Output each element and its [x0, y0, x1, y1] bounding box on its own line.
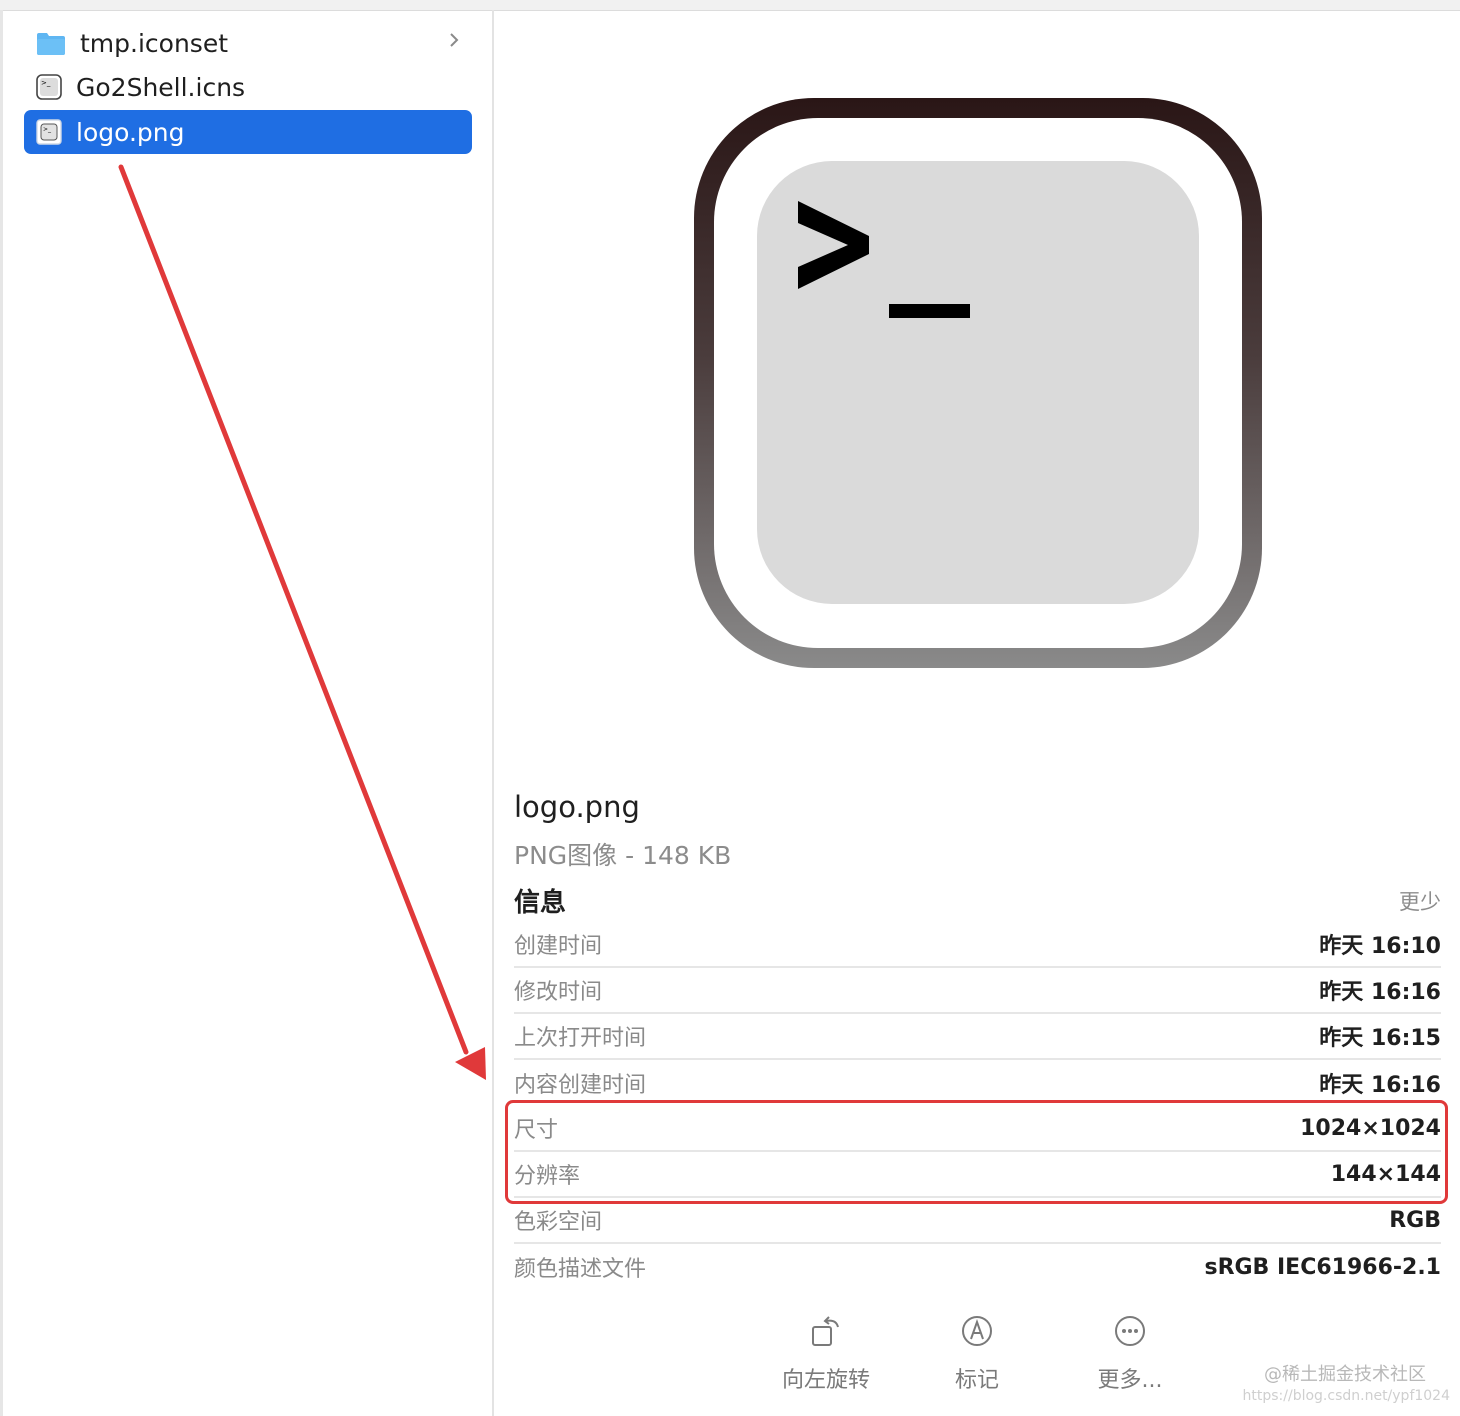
- markup-icon: [962, 1316, 992, 1346]
- action-label: 向左旋转: [781, 1368, 870, 1393]
- folder-icon: [36, 31, 66, 56]
- info-row-last-opened: 上次打开时间 昨天 16:15: [514, 1014, 1441, 1060]
- more-button[interactable]: 更多...: [1060, 1310, 1200, 1394]
- show-less-button[interactable]: 更少: [1399, 886, 1441, 916]
- info-value: 昨天 16:15: [1319, 1026, 1441, 1051]
- more-icon: [1115, 1316, 1145, 1346]
- rotate-left-icon: [812, 1316, 839, 1346]
- markup-button[interactable]: 标记: [907, 1310, 1047, 1394]
- action-label: 标记: [954, 1368, 999, 1393]
- info-key: 创建时间: [514, 934, 603, 959]
- window-top-bar: [0, 0, 1460, 11]
- list-item-go2shell-icns[interactable]: >_ Go2Shell.icns: [24, 65, 472, 109]
- info-value: sRGB IEC61966-2.1: [1204, 1254, 1441, 1280]
- info-key: 修改时间: [514, 980, 603, 1005]
- info-value: 昨天 16:16: [1319, 1073, 1441, 1098]
- info-key: 内容创建时间: [514, 1073, 647, 1098]
- info-key: 色彩空间: [514, 1210, 603, 1235]
- info-key: 上次打开时间: [514, 1026, 647, 1051]
- info-row-created: 创建时间 昨天 16:10: [514, 922, 1441, 968]
- file-preview: [694, 98, 1262, 668]
- list-item-tmp-iconset[interactable]: tmp.iconset: [24, 21, 472, 65]
- icns-file-icon: >_: [36, 74, 62, 100]
- svg-text:>_: >_: [43, 126, 52, 133]
- list-item-label: logo.png: [76, 117, 185, 147]
- watermark-text: @稀土掘金技术社区: [1264, 1364, 1426, 1385]
- list-item-label: tmp.iconset: [80, 28, 229, 58]
- list-item-logo-png[interactable]: >_ logo.png: [24, 110, 472, 154]
- column-divider[interactable]: [492, 10, 494, 1416]
- chevron-right-icon: [448, 31, 460, 49]
- info-value: RGB: [1389, 1207, 1441, 1233]
- info-row-modified: 修改时间 昨天 16:16: [514, 968, 1441, 1014]
- svg-text:>_: >_: [41, 79, 51, 87]
- annotation-highlight-box: [505, 1100, 1448, 1204]
- png-file-icon: >_: [36, 119, 62, 145]
- info-value: 昨天 16:10: [1319, 934, 1441, 959]
- info-row-color-profile: 颜色描述文件 sRGB IEC61966-2.1: [514, 1244, 1441, 1290]
- info-key: 颜色描述文件: [514, 1257, 647, 1282]
- info-heading: 信息: [514, 888, 567, 918]
- terminal-prompt-icon: [694, 98, 1262, 668]
- file-title: logo.png: [514, 790, 640, 824]
- file-kind-size: PNG图像 - 148 KB: [514, 841, 732, 870]
- list-item-label: Go2Shell.icns: [76, 72, 246, 102]
- rotate-left-button[interactable]: 向左旋转: [756, 1310, 896, 1394]
- watermark-url: https://blog.csdn.net/ypf1024: [1242, 1388, 1450, 1404]
- window-left-edge: [0, 10, 3, 1416]
- info-value: 昨天 16:16: [1319, 980, 1441, 1005]
- action-label: 更多...: [1097, 1368, 1163, 1393]
- info-row-color-space: 色彩空间 RGB: [514, 1198, 1441, 1244]
